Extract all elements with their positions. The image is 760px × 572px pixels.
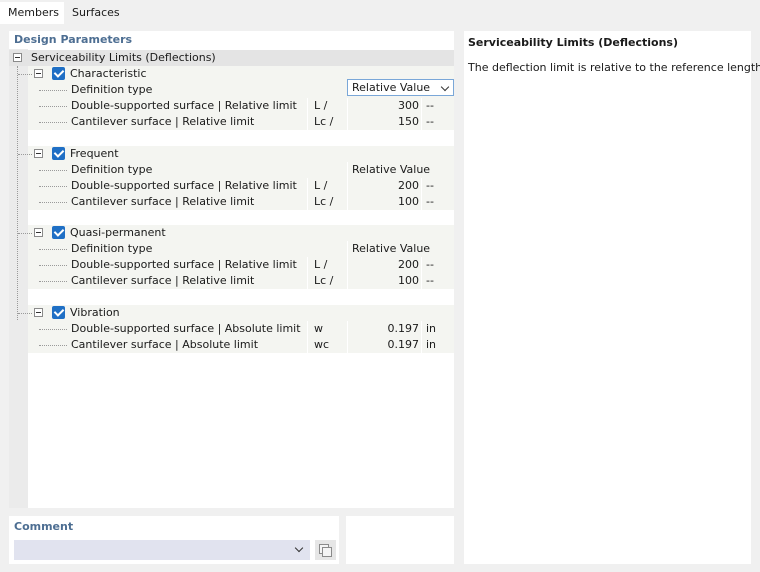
value-field[interactable]: 200 (349, 179, 419, 192)
group-label: Characteristic (70, 67, 147, 80)
value-field[interactable]: 200 (349, 258, 419, 271)
row-unit: -- (426, 195, 434, 208)
row-double-supported[interactable]: Double-supported surface | Relative limi… (9, 98, 454, 114)
row-label: Cantilever surface | Relative limit (71, 195, 255, 208)
row-definition-type[interactable]: Definition type Relative Value (9, 241, 454, 257)
tree-root[interactable]: Serviceability Limits (Deflections) (9, 50, 454, 66)
definition-value[interactable]: Relative Value (352, 163, 430, 176)
row-unit: -- (426, 258, 434, 271)
dropdown-value: Relative Value (352, 81, 431, 94)
tab-bar: Members Surfaces (0, 0, 760, 24)
row-symbol: wc (314, 338, 330, 351)
definition-value[interactable]: Relative Value (352, 242, 430, 255)
row-cantilever[interactable]: Cantilever surface | Relative limit Lc /… (9, 194, 454, 210)
group-label: Frequent (70, 147, 119, 160)
value-field[interactable]: 100 (349, 274, 419, 287)
group-label: Vibration (70, 306, 120, 319)
value-field[interactable]: 0.197 (349, 338, 420, 351)
row-label: Cantilever surface | Relative limit (71, 274, 255, 287)
row-label: Cantilever surface | Relative limit (71, 115, 255, 128)
row-unit: -- (426, 274, 434, 287)
row-symbol: L / (314, 258, 328, 271)
row-symbol: L / (314, 99, 328, 112)
collapse-icon[interactable] (34, 308, 43, 317)
row-cantilever[interactable]: Cantilever surface | Relative limit Lc /… (9, 114, 454, 130)
checkbox-vibration[interactable] (52, 306, 65, 319)
row-unit: -- (426, 179, 434, 192)
copy-comment-button[interactable] (315, 540, 336, 560)
collapse-icon[interactable] (34, 149, 43, 158)
comment-panel: Comment (9, 516, 339, 564)
row-label: Definition type (71, 242, 153, 255)
tab-members[interactable]: Members (0, 2, 67, 24)
row-unit: -- (426, 115, 434, 128)
row-symbol: Lc / (314, 115, 334, 128)
collapse-icon[interactable] (13, 53, 22, 62)
checkbox-quasi-permanent[interactable] (52, 226, 65, 239)
checkbox-characteristic[interactable] (52, 67, 65, 80)
row-label: Definition type (71, 83, 153, 96)
checkbox-frequent[interactable] (52, 147, 65, 160)
group-vibration[interactable]: Vibration (9, 305, 454, 321)
section-title: Design Parameters (14, 33, 133, 46)
row-double-supported[interactable]: Double-supported surface | Absolute limi… (9, 321, 454, 337)
row-label: Cantilever surface | Absolute limit (71, 338, 259, 351)
row-unit: in (426, 322, 437, 335)
row-definition-type[interactable]: Definition type Relative Value (9, 162, 454, 178)
row-unit: in (426, 338, 437, 351)
info-title: Serviceability Limits (Deflections) (468, 36, 678, 49)
row-cantilever[interactable]: Cantilever surface | Relative limit Lc /… (9, 273, 454, 289)
row-label: Definition type (71, 163, 153, 176)
group-label: Quasi-permanent (70, 226, 166, 239)
row-double-supported[interactable]: Double-supported surface | Relative limi… (9, 257, 454, 273)
row-double-supported[interactable]: Double-supported surface | Relative limi… (9, 178, 454, 194)
chevron-down-icon[interactable] (440, 82, 450, 92)
group-frequent[interactable]: Frequent (9, 146, 454, 162)
value-field[interactable]: 150 (349, 115, 419, 128)
definition-type-dropdown[interactable]: Relative Value (347, 79, 454, 96)
row-label: Double-supported surface | Absolute limi… (71, 322, 301, 335)
row-symbol: Lc / (314, 274, 334, 287)
info-description: The deflection limit is relative to the … (468, 61, 760, 74)
value-field[interactable]: 300 (349, 99, 419, 112)
value-field[interactable]: 0.197 (349, 322, 420, 335)
comment-title: Comment (14, 520, 74, 533)
tree-root-label: Serviceability Limits (Deflections) (31, 51, 216, 64)
row-label: Double-supported surface | Relative limi… (71, 258, 297, 271)
tab-surfaces[interactable]: Surfaces (64, 2, 128, 24)
value-field[interactable]: 100 (349, 195, 419, 208)
row-symbol: w (314, 322, 323, 335)
row-symbol: L / (314, 179, 328, 192)
collapse-icon[interactable] (34, 228, 43, 237)
chevron-down-icon[interactable] (294, 543, 304, 553)
info-panel: Serviceability Limits (Deflections) The … (464, 31, 760, 564)
comment-input[interactable] (14, 540, 310, 560)
row-unit: -- (426, 99, 434, 112)
preview-panel (346, 516, 454, 564)
design-parameters-panel: Design Parameters Serviceability Limits … (9, 31, 454, 508)
collapse-icon[interactable] (34, 69, 43, 78)
row-label: Double-supported surface | Relative limi… (71, 99, 297, 112)
row-cantilever[interactable]: Cantilever surface | Absolute limit wc 0… (9, 337, 454, 353)
row-label: Double-supported surface | Relative limi… (71, 179, 297, 192)
group-quasi-permanent[interactable]: Quasi-permanent (9, 225, 454, 241)
row-symbol: Lc / (314, 195, 334, 208)
